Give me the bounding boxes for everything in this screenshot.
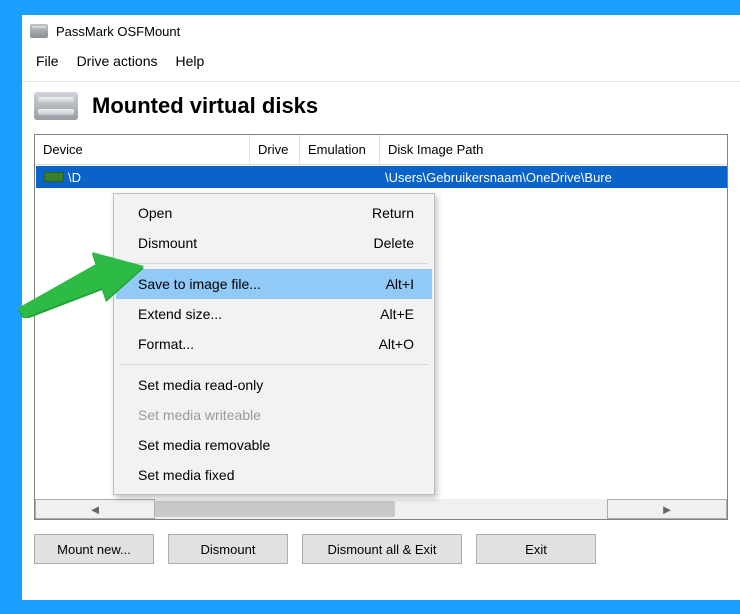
disk-icon xyxy=(44,172,64,182)
col-emulation[interactable]: Emulation xyxy=(300,135,380,164)
context-menu-item[interactable]: Format...Alt+O xyxy=(116,329,432,359)
col-path[interactable]: Disk Image Path xyxy=(380,135,727,164)
col-device[interactable]: Device xyxy=(35,135,250,164)
col-drive[interactable]: Drive xyxy=(250,135,300,164)
menu-help[interactable]: Help xyxy=(175,53,204,69)
window-title: PassMark OSFMount xyxy=(56,24,180,39)
context-menu-label: Open xyxy=(138,205,372,221)
context-menu-item[interactable]: DismountDelete xyxy=(116,228,432,258)
context-menu-label: Set media fixed xyxy=(138,467,414,483)
section-header: Mounted virtual disks xyxy=(22,82,740,134)
context-menu-item: Set media writeable xyxy=(116,400,432,430)
scroll-left-button[interactable]: ◄ xyxy=(35,499,155,519)
footer-buttons: Mount new... Dismount Dismount all & Exi… xyxy=(22,520,740,578)
horizontal-scrollbar[interactable]: ◄ ► xyxy=(35,499,727,519)
cell-path: \Users\Gebruikersnaam\OneDrive\Bure xyxy=(381,170,727,185)
app-icon xyxy=(30,24,48,38)
dismount-all-exit-button[interactable]: Dismount all & Exit xyxy=(302,534,462,564)
scroll-thumb[interactable] xyxy=(155,501,395,517)
context-menu-item[interactable]: Set media read-only xyxy=(116,370,432,400)
menu-file[interactable]: File xyxy=(36,53,59,69)
context-menu-label: Set media removable xyxy=(138,437,414,453)
drive-stack-icon xyxy=(34,92,78,120)
context-menu-accelerator: Return xyxy=(372,205,414,221)
menu-drive-actions[interactable]: Drive actions xyxy=(77,53,158,69)
context-menu-label: Save to image file... xyxy=(138,276,386,292)
context-menu-accelerator: Alt+E xyxy=(380,306,414,322)
context-menu-label: Dismount xyxy=(138,235,374,251)
scroll-track[interactable] xyxy=(155,499,607,519)
context-menu-label: Format... xyxy=(138,336,379,352)
context-menu-item[interactable]: Save to image file...Alt+I xyxy=(116,269,432,299)
dismount-button[interactable]: Dismount xyxy=(168,534,288,564)
titlebar: PassMark OSFMount xyxy=(22,15,740,47)
context-menu[interactable]: OpenReturnDismountDeleteSave to image fi… xyxy=(113,193,435,495)
cell-device-text: \D xyxy=(68,170,81,185)
context-menu-label: Set media read-only xyxy=(138,377,414,393)
exit-button[interactable]: Exit xyxy=(476,534,596,564)
context-menu-item[interactable]: OpenReturn xyxy=(116,198,432,228)
context-menu-item[interactable]: Extend size...Alt+E xyxy=(116,299,432,329)
cell-device: \D xyxy=(36,170,251,185)
context-menu-accelerator: Alt+I xyxy=(386,276,414,292)
section-title: Mounted virtual disks xyxy=(92,93,318,119)
table-header-row: Device Drive Emulation Disk Image Path xyxy=(35,135,727,165)
context-menu-separator xyxy=(120,364,428,365)
table-row[interactable]: \D \Users\Gebruikersnaam\OneDrive\Bure xyxy=(36,166,727,188)
context-menu-accelerator: Delete xyxy=(374,235,414,251)
scroll-right-button[interactable]: ► xyxy=(607,499,727,519)
menubar: File Drive actions Help xyxy=(22,47,740,81)
context-menu-label: Extend size... xyxy=(138,306,380,322)
context-menu-label: Set media writeable xyxy=(138,407,414,423)
mount-new-button[interactable]: Mount new... xyxy=(34,534,154,564)
context-menu-separator xyxy=(120,263,428,264)
context-menu-item[interactable]: Set media fixed xyxy=(116,460,432,490)
context-menu-item[interactable]: Set media removable xyxy=(116,430,432,460)
context-menu-accelerator: Alt+O xyxy=(379,336,414,352)
